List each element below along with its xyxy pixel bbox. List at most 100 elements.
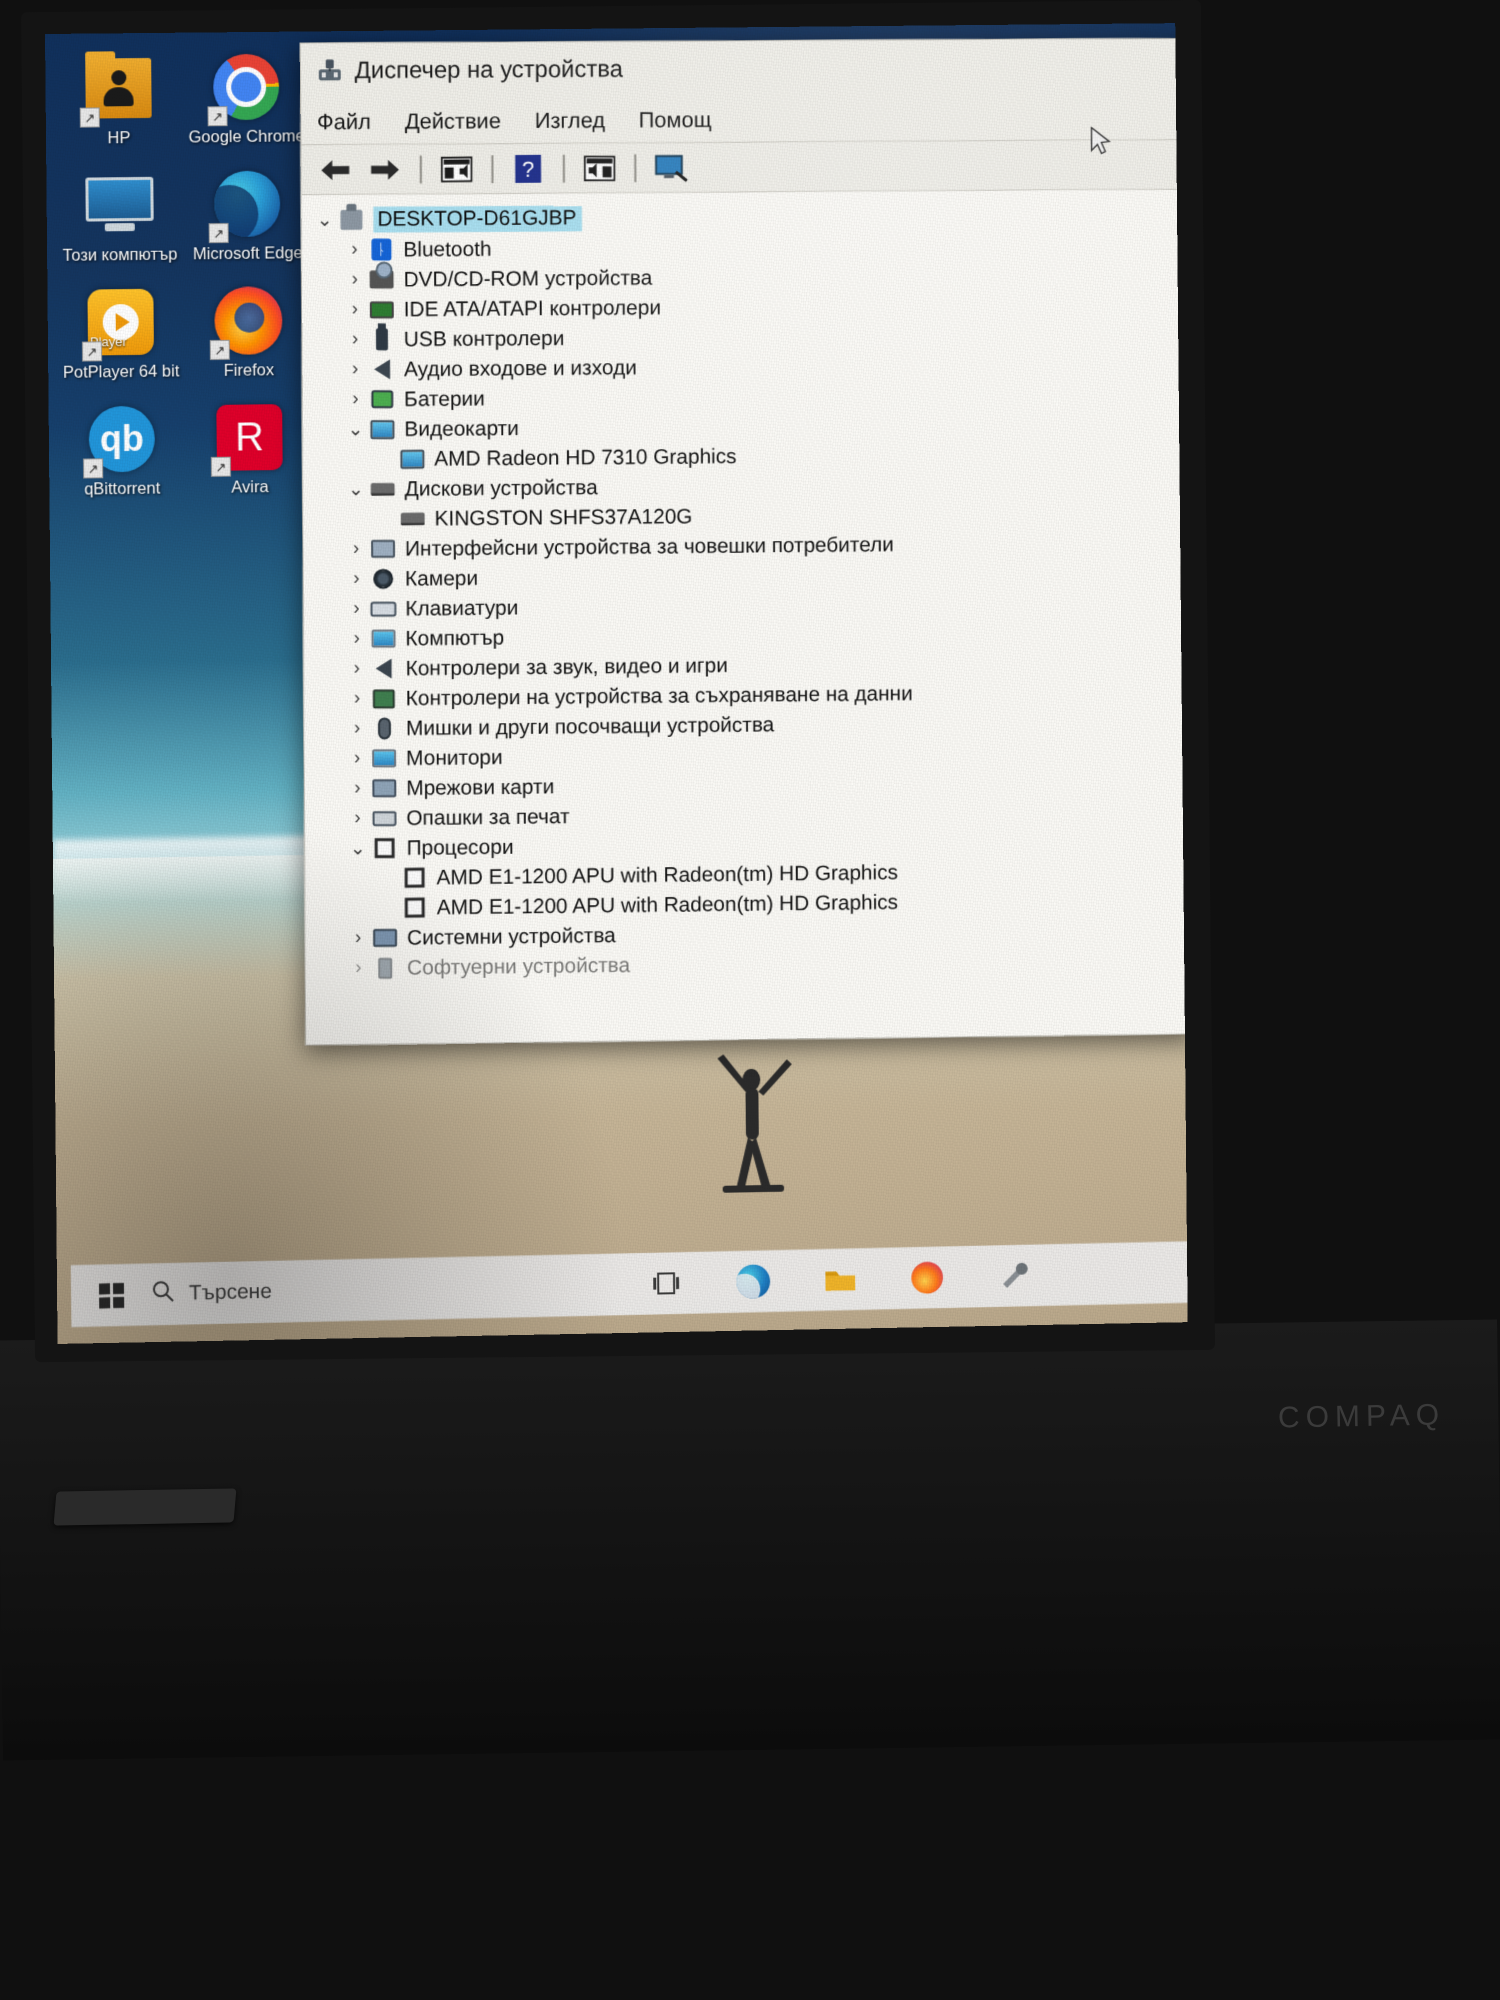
chevron-right-icon[interactable]: › [344,598,370,620]
tree-node-label: Монитори [405,745,503,770]
shortcut-overlay-icon: ↗ [207,106,228,127]
desktop-icon-grid: ↗ HP ↗ Google Chrome Този компютър ↗ Mic… [59,37,315,499]
firefox-icon: ↗ [209,283,285,361]
laptop-brand-label: COMPAQ [1277,1398,1446,1435]
chevron-down-icon[interactable]: ⌄ [343,478,369,501]
chevron-right-icon[interactable]: › [345,807,371,829]
tree-node-label: Аудио входове и изходи [403,355,637,381]
cpu-icon [371,836,399,860]
edge-icon: ↗ [208,166,284,244]
chevron-right-icon[interactable]: › [342,329,368,351]
edge-taskbar-icon[interactable] [731,1259,775,1304]
menu-item-help[interactable]: Помощ [639,107,712,133]
desktop-icon-label: Microsoft Edge [192,244,303,264]
show-hidden-button[interactable] [578,149,622,187]
system-device-icon [371,926,399,950]
chevron-down-icon[interactable]: ⌄ [312,209,338,232]
menu-item-action[interactable]: Действие [405,108,501,134]
chevron-right-icon[interactable]: › [342,299,368,321]
desktop-icon-avira[interactable]: R ↗ Avira [190,388,309,498]
chevron-right-icon[interactable]: › [342,269,368,291]
properties-button[interactable] [435,150,479,188]
camera-icon [369,567,397,591]
chevron-right-icon[interactable]: › [344,748,370,770]
help-button[interactable]: ? [506,149,550,187]
back-button[interactable] [313,151,357,189]
cpu-icon [401,896,429,920]
menu-item-file[interactable]: Файл [317,109,371,135]
start-button[interactable] [85,1282,137,1309]
desktop-icon-label: Avira [231,478,269,497]
shortcut-overlay-icon: ↗ [79,107,100,128]
explorer-taskbar-icon[interactable] [818,1257,862,1302]
tree-node-label: Интерфейсни устройства за човешки потреб… [404,532,894,561]
chevron-right-icon[interactable]: › [343,538,369,560]
hp-folder-icon: ↗ [79,51,156,128]
task-view-icon[interactable] [644,1261,688,1306]
desktop-icon-hp[interactable]: ↗ HP [59,39,178,149]
tree-node-label: Софтуерни устройства [407,953,631,980]
menu-bar[interactable]: Файл Действие Изглед Помощ [301,94,1188,146]
desktop-icon-this-pc[interactable]: Този компютър [60,156,179,266]
avira-icon: R ↗ [210,400,286,477]
taskbar-search-box[interactable]: Търсене [137,1265,436,1317]
desktop-icon-label: Този компютър [62,245,178,265]
chevron-right-icon[interactable]: › [344,718,370,740]
desktop-icon-label: Google Chrome [188,127,305,147]
window-titlebar[interactable]: Диспечер на устройства [300,38,1188,100]
chevron-right-icon[interactable]: › [342,388,368,410]
desktop-icon-label: Firefox [223,361,275,380]
chevron-right-icon[interactable]: › [344,777,370,799]
device-tree[interactable]: ⌄ DESKTOP-D61GJBP › ᚿ Bluetooth › DVD/CD… [301,189,1188,1045]
search-icon [151,1279,175,1309]
tree-node-label: Мишки и други посочващи устройства [405,712,775,740]
chevron-down-icon[interactable]: ⌄ [343,418,369,441]
tree-node-label: DVD/CD-ROM устройства [403,266,653,291]
utility-taskbar-icon[interactable] [992,1254,1036,1299]
tree-node-label: Компютър [405,626,505,650]
desktop-icon-potplayer[interactable]: Player ↗ PotPlayer 64 bit [61,272,180,382]
taskbar-pinned-apps[interactable] [644,1254,1036,1306]
tree-node-label: DESKTOP-D61GJBP [373,205,583,233]
scan-hardware-button[interactable] [649,148,693,186]
taskbar-search-placeholder: Търсене [188,1279,272,1305]
chevron-right-icon[interactable]: › [345,927,371,949]
windows-start-icon [98,1282,124,1309]
chevron-right-icon[interactable]: › [345,957,371,979]
desktop-icon-microsoft-edge[interactable]: ↗ Microsoft Edge [188,154,307,264]
firefox-taskbar-icon[interactable] [905,1255,949,1300]
forward-button[interactable] [363,150,407,188]
desktop-icon-google-chrome[interactable]: ↗ Google Chrome [187,37,306,147]
tree-node-label: AMD E1-1200 APU with Radeon(tm) HD Graph… [436,890,899,919]
tree-node-label: Процесори [406,835,514,860]
device-manager-icon [317,59,343,83]
dvd-drive-icon [368,267,396,291]
desktop-icon-label: qBittorrent [84,479,161,499]
desktop-icon-firefox[interactable]: ↗ Firefox [189,271,308,381]
chevron-right-icon[interactable]: › [342,358,368,380]
potplayer-icon: Player ↗ [81,285,158,362]
chevron-right-icon[interactable]: › [344,628,370,650]
tree-node-label: Клавиатури [405,596,519,621]
desktop-icon-label: HP [107,129,131,148]
chevron-right-icon[interactable]: › [343,568,369,590]
chevron-right-icon[interactable]: › [344,658,370,680]
device-manager-window[interactable]: Диспечер на устройства Файл Действие Изг… [299,37,1188,1046]
tree-node-label: Системни устройства [406,923,616,950]
speaker-icon [370,656,398,680]
desktop-icon-qbittorrent[interactable]: qb ↗ qBittorrent [62,389,181,499]
chevron-right-icon[interactable]: › [344,688,370,710]
speaker-icon [368,357,396,381]
chevron-down-icon[interactable]: ⌄ [345,837,371,860]
wallpaper-surfer-figure [692,1051,812,1212]
display-adapter-icon [368,417,396,441]
chevron-right-icon[interactable]: › [342,239,368,261]
mouse-icon [370,716,398,740]
disk-drive-icon [399,507,427,531]
tree-node-label: Видеокарти [404,416,519,441]
menu-item-view[interactable]: Изглед [535,107,605,133]
computer-icon [337,208,365,232]
mouse-cursor-icon [1089,127,1111,157]
this-pc-icon [82,168,157,243]
toolbar[interactable]: ? [301,139,1188,196]
